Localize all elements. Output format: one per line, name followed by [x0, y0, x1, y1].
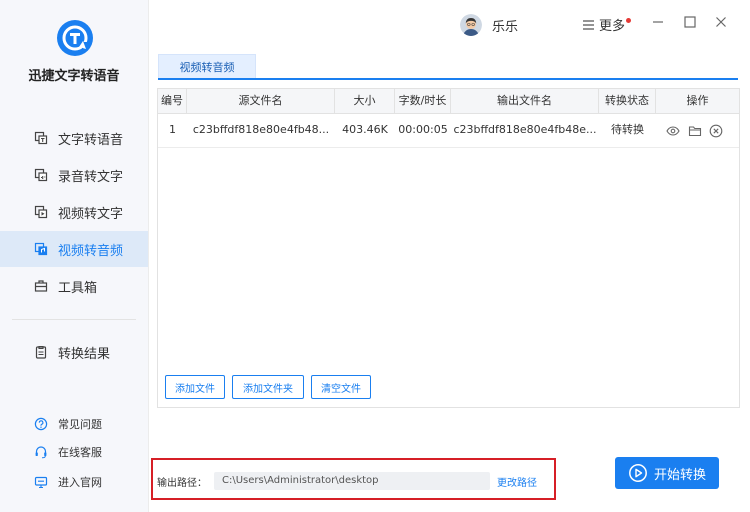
sidebar-item-toolbox[interactable]: 工具箱	[0, 268, 148, 304]
sidebar-divider	[12, 319, 136, 320]
sidebar-item-recording-to-text[interactable]: 录音转文字	[0, 157, 148, 193]
avatar[interactable]	[460, 14, 482, 36]
add-file-button[interactable]: 添加文件	[165, 375, 225, 399]
output-path-field[interactable]: C:\Users\Administrator\desktop	[214, 472, 490, 490]
video-to-text-icon	[34, 205, 48, 219]
app-logo-icon	[57, 20, 93, 56]
preview-eye-icon[interactable]	[666, 124, 680, 138]
online-support-link-label: 在线客服	[58, 446, 102, 459]
more-menu[interactable]: 更多	[582, 15, 632, 34]
sidebar-item-results[interactable]: 转换结果	[0, 334, 148, 370]
faq-link-label: 常见问题	[58, 418, 102, 431]
column-header-source: 源文件名	[187, 89, 335, 113]
cell-duration: 00:00:05	[398, 123, 448, 136]
sidebar-item-label: 转换结果	[58, 346, 111, 362]
text-to-speech-icon	[34, 131, 48, 145]
clear-files-button[interactable]: 清空文件	[311, 375, 371, 399]
more-label: 更多	[599, 19, 626, 34]
column-header-duration: 字数/时长	[395, 89, 451, 113]
toolbox-icon	[34, 279, 48, 293]
change-path-link[interactable]: 更改路径	[497, 474, 537, 489]
add-folder-button[interactable]: 添加文件夹	[232, 375, 304, 399]
official-site-link[interactable]: 进入官网	[0, 470, 148, 494]
online-support-link[interactable]: 在线客服	[0, 440, 148, 464]
question-icon	[34, 417, 48, 431]
cell-output-filename: c23bffdf818e80e4fb48e...	[453, 123, 597, 136]
official-site-link-label: 进入官网	[58, 476, 102, 489]
cell-source-filename: c23bffdf818e80e4fb48...	[192, 123, 330, 136]
headset-icon	[34, 445, 48, 459]
sidebar-item-video-to-audio[interactable]: 视频转音频	[0, 231, 148, 267]
column-header-size: 大小	[335, 89, 395, 113]
results-icon	[34, 345, 48, 359]
tab-underline	[158, 78, 738, 80]
start-convert-label: 开始转换	[653, 467, 706, 483]
monitor-icon	[34, 475, 48, 489]
notification-dot	[626, 18, 632, 23]
start-convert-button[interactable]: 开始转换	[615, 457, 719, 489]
sidebar-item-label: 录音转文字	[58, 169, 124, 185]
maximize-button[interactable]	[682, 14, 698, 30]
sidebar-item-text-to-speech[interactable]: 文字转语音	[0, 120, 148, 156]
sidebar-item-label: 文字转语音	[58, 132, 124, 148]
recording-to-text-icon	[34, 168, 48, 182]
sidebar: 迅捷文字转语音 文字转语音 录音转文字 视频转文字 视频转音频 工具箱 转换结果…	[0, 0, 149, 512]
column-header-output: 输出文件名	[451, 89, 599, 113]
table-header: 编号 源文件名 大小 字数/时长 输出文件名 转换状态 操作	[158, 89, 739, 114]
cell-size: 403.46K	[342, 123, 388, 136]
row-divider	[158, 147, 739, 148]
column-header-status: 转换状态	[599, 89, 656, 113]
open-folder-icon[interactable]	[688, 124, 702, 138]
sidebar-item-label: 视频转音频	[58, 243, 124, 259]
sidebar-item-label: 工具箱	[58, 280, 98, 296]
delete-circle-x-icon[interactable]	[709, 124, 723, 138]
sidebar-item-video-to-text[interactable]: 视频转文字	[0, 194, 148, 230]
faq-link[interactable]: 常见问题	[0, 412, 148, 436]
column-header-actions: 操作	[686, 94, 709, 107]
username[interactable]: 乐乐	[492, 16, 518, 35]
column-header-index: 编号	[158, 89, 187, 113]
tab-video-to-audio[interactable]: 视频转音频	[158, 54, 256, 79]
cell-status: 待转换	[611, 123, 644, 136]
menu-icon	[582, 19, 595, 31]
video-to-audio-icon	[34, 242, 48, 256]
close-button[interactable]	[713, 14, 729, 30]
sidebar-item-label: 视频转文字	[58, 206, 124, 222]
app-window: 迅捷文字转语音 文字转语音 录音转文字 视频转文字 视频转音频 工具箱 转换结果…	[0, 0, 750, 512]
cell-index: 1	[169, 123, 176, 136]
play-circle-icon	[628, 463, 648, 483]
minimize-button[interactable]	[650, 14, 666, 30]
file-table: 编号 源文件名 大小 字数/时长 输出文件名 转换状态 操作 1 c23bffd…	[157, 88, 740, 408]
app-name: 迅捷文字转语音	[28, 69, 120, 84]
output-path-label: 输出路径：	[157, 478, 207, 489]
